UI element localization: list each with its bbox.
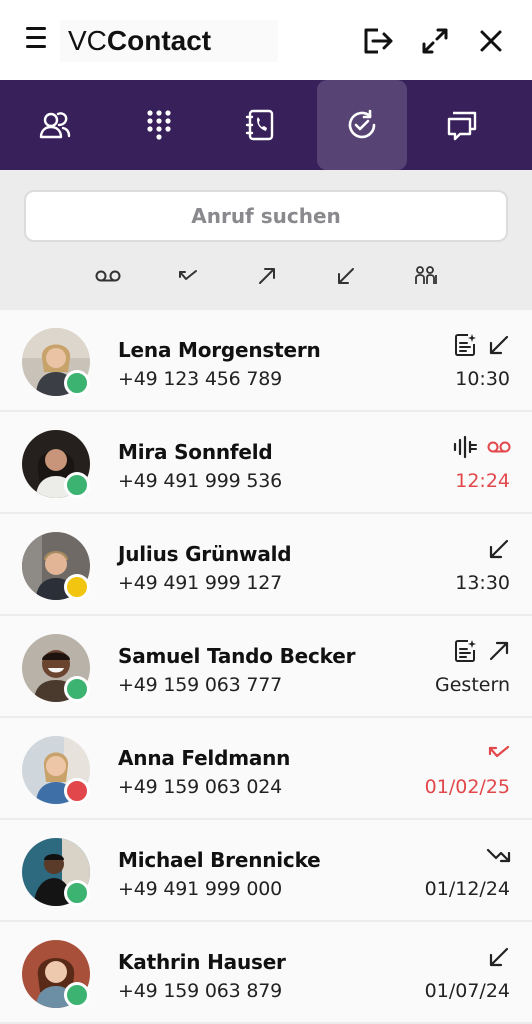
incoming-call-icon <box>489 947 509 967</box>
forwarded-call-icon <box>486 848 511 863</box>
search-input[interactable]: Anruf suchen <box>24 190 508 242</box>
audio-waveform-icon[interactable] <box>452 434 478 460</box>
filter-group[interactable] <box>410 262 442 290</box>
voicemail-icon <box>487 441 511 453</box>
contact-name: Lena Morgenstern <box>118 338 321 362</box>
outgoing-call-icon <box>489 641 509 661</box>
tab-call-history[interactable] <box>317 80 407 170</box>
title-bar: VC Contact <box>0 0 532 80</box>
status-online <box>64 880 90 906</box>
tab-contacts[interactable] <box>10 80 100 170</box>
incoming-call-icon <box>338 268 354 284</box>
call-row[interactable]: Anna Feldmann +49 159 063 024 01/02/25 <box>0 718 532 820</box>
group-icon <box>415 266 437 284</box>
contact-name: Julius Grünwald <box>118 542 292 566</box>
missed-call-icon <box>488 745 510 758</box>
status-away <box>64 574 90 600</box>
search-area: Anruf suchen <box>0 170 532 310</box>
app-title-prefix: VC <box>68 25 107 56</box>
expand-icon[interactable] <box>418 24 452 58</box>
call-row[interactable]: Kathrin Hauser +49 159 063 879 01/07/24 <box>0 922 532 1024</box>
filter-incoming[interactable] <box>330 262 362 290</box>
app-title: VC Contact <box>60 20 278 62</box>
status-online <box>64 676 90 702</box>
call-time: 01/07/24 <box>424 980 510 1002</box>
chat-icon <box>447 111 477 141</box>
contact-name: Samuel Tando Becker <box>118 644 356 668</box>
call-time: Gestern <box>435 674 510 696</box>
status-online <box>64 472 90 498</box>
filter-missed[interactable] <box>172 262 204 290</box>
call-row[interactable]: Julius Grünwald +49 491 999 127 13:30 <box>0 514 532 616</box>
status-online <box>64 370 90 396</box>
call-row[interactable]: Lena Morgenstern +49 123 456 789 10:30 <box>0 310 532 412</box>
tab-phonebook[interactable] <box>215 80 305 170</box>
call-row[interactable]: Mira Sonnfeld +49 491 999 536 12:24 <box>0 412 532 514</box>
contact-phone: +49 159 063 777 <box>118 674 283 696</box>
tab-dialpad[interactable] <box>114 80 204 170</box>
call-time: 01/02/25 <box>424 776 510 798</box>
status-busy <box>64 778 90 804</box>
call-time: 13:30 <box>455 572 510 594</box>
incoming-call-icon <box>489 539 509 559</box>
call-history-icon <box>348 109 376 139</box>
tab-chat[interactable] <box>418 80 508 170</box>
transcript-icon[interactable] <box>452 638 478 664</box>
contact-phone: +49 491 999 127 <box>118 572 283 594</box>
call-time: 10:30 <box>455 368 510 390</box>
contact-name: Anna Feldmann <box>118 746 291 770</box>
contact-name: Kathrin Hauser <box>118 950 286 974</box>
call-time: 01/12/24 <box>424 878 510 900</box>
dialpad-icon <box>147 110 171 140</box>
call-row[interactable]: Samuel Tando Becker +49 159 063 777 Gest… <box>0 616 532 718</box>
phonebook-icon <box>245 109 274 141</box>
close-icon[interactable] <box>474 24 508 58</box>
incoming-call-icon <box>489 335 509 355</box>
contact-name: Michael Brennicke <box>118 848 321 872</box>
menu-icon[interactable] <box>26 27 52 53</box>
voicemail-icon <box>95 270 121 282</box>
missed-call-icon <box>179 270 197 280</box>
app-title-bold: Contact <box>106 25 212 56</box>
call-time: 12:24 <box>455 470 510 492</box>
logout-icon[interactable] <box>360 24 394 58</box>
filter-voicemail[interactable] <box>92 262 124 290</box>
transcript-icon[interactable] <box>452 332 478 358</box>
contact-name: Mira Sonnfeld <box>118 440 273 464</box>
call-list: Lena Morgenstern +49 123 456 789 10:30 M… <box>0 310 532 1024</box>
call-row[interactable]: Michael Brennicke +49 491 999 000 01/12/… <box>0 820 532 922</box>
contact-phone: +49 123 456 789 <box>118 368 283 390</box>
status-online <box>64 982 90 1008</box>
contacts-icon <box>39 112 71 139</box>
contact-phone: +49 491 999 536 <box>118 470 283 492</box>
contact-phone: +49 491 999 000 <box>118 878 283 900</box>
contact-phone: +49 159 063 024 <box>118 776 283 798</box>
filter-outgoing[interactable] <box>251 262 283 290</box>
contact-phone: +49 159 063 879 <box>118 980 283 1002</box>
main-nav <box>0 80 532 170</box>
outgoing-call-icon <box>259 268 275 284</box>
